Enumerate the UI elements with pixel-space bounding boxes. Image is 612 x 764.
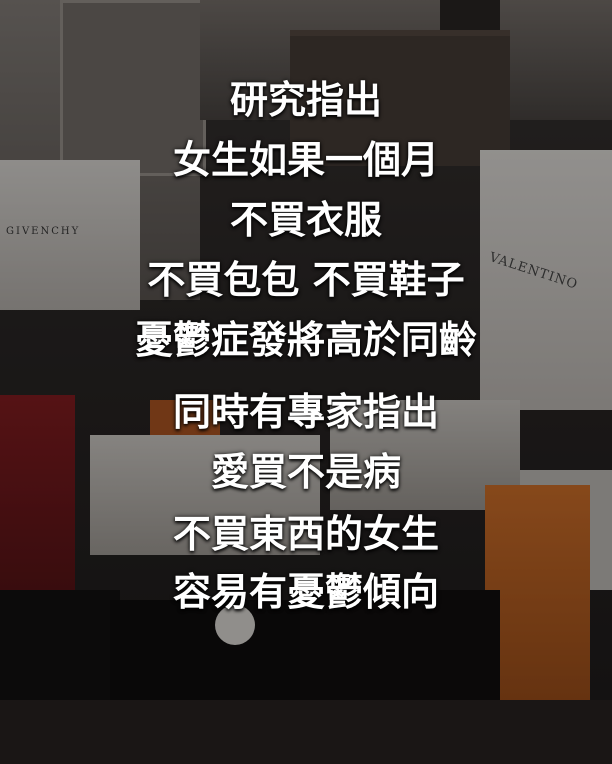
lamp — [440, 0, 500, 30]
floor — [0, 700, 612, 764]
caption-line-5: 憂鬱症發將高於同齡 — [134, 318, 477, 362]
caption-line-2: 女生如果一個月 — [172, 138, 439, 182]
caption-line-9: 容易有憂鬱傾向 — [172, 570, 439, 614]
caption-line-8: 不買東西的女生 — [172, 512, 439, 556]
caption-line-1: 研究指出 — [229, 78, 382, 122]
caption-line-7: 愛買不是病 — [210, 450, 401, 494]
caption-line-3: 不買衣服 — [229, 198, 382, 242]
photo-background: GIVENCHY VALENTINO 研究指出 女生如果一個月 不買衣服 不買包… — [0, 0, 612, 764]
caption-line-4: 不買包包 不買鞋子 — [147, 258, 465, 302]
caption-line-6: 同時有專家指出 — [172, 390, 439, 434]
